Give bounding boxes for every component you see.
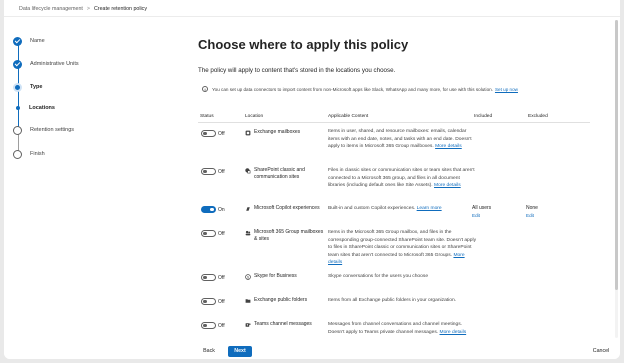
applicable-content: Items in user, shared, and resource mail… (328, 128, 478, 151)
pending-step-icon (13, 149, 22, 159)
wizard-stepper: Name Administrative Units Type Locations… (4, 0, 174, 359)
status-label: Off (218, 231, 225, 237)
back-button[interactable]: Back (198, 346, 220, 357)
step-retention-settings[interactable]: Retention settings (13, 124, 74, 136)
location-name: Exchange public folders (254, 297, 308, 303)
more-details-link[interactable]: More details (434, 183, 461, 188)
page-title: Choose where to apply this policy (198, 37, 409, 52)
step-name[interactable]: Name (13, 35, 45, 47)
col-header-content: Applicable Content (328, 114, 369, 119)
current-step-icon (13, 82, 22, 92)
applicable-content: Items in the Microsoft 365 Group mailbox… (328, 229, 478, 267)
excluded-edit-link[interactable]: Edit (526, 213, 534, 218)
check-icon (13, 59, 22, 69)
learn-more-link[interactable]: Learn more (417, 206, 442, 211)
location-name: Exchange mailboxes (254, 129, 301, 135)
col-header-status: Status (200, 114, 214, 119)
info-icon: i (202, 86, 208, 92)
scrollbar[interactable] (615, 20, 618, 338)
included-cell: All users Edit (472, 205, 491, 220)
next-button[interactable]: Next (228, 346, 252, 357)
step-label: Administrative Units (30, 61, 79, 67)
step-label: Type (30, 84, 43, 90)
status-label: Off (218, 275, 225, 281)
status-toggle[interactable] (201, 130, 216, 137)
pending-step-icon (13, 125, 22, 135)
check-icon (13, 36, 22, 46)
applicable-content: Files in classic sites or communication … (328, 167, 478, 190)
wizard-window: Data lifecycle management > Create retenti… (4, 0, 620, 359)
content-text: Skype conversations for the users you ch… (328, 274, 429, 279)
included-edit-link[interactable]: Edit (472, 213, 480, 218)
applicable-content: Items from all Exchange public folders i… (328, 297, 478, 305)
page-subtitle: The policy will apply to content that's … (198, 67, 396, 74)
more-details-link[interactable]: More details (435, 144, 462, 149)
status-toggle[interactable] (201, 298, 216, 305)
skype-icon: S (245, 274, 251, 280)
cancel-button[interactable]: Cancel (588, 346, 614, 357)
set-up-now-link[interactable]: Set up now (495, 87, 518, 92)
location-name: Microsoft 365 Group mailboxes & sites (254, 229, 324, 243)
step-locations[interactable]: Locations (13, 102, 55, 114)
footer-bar (4, 342, 620, 359)
scrollbar-thumb[interactable] (615, 20, 618, 290)
status-label: On (218, 207, 225, 213)
location-name: SharePoint classic and communication sit… (254, 167, 305, 181)
sharepoint-icon (245, 168, 251, 174)
location-name: Microsoft Copilot experiences (254, 205, 320, 211)
status-label: Off (218, 169, 225, 175)
step-label: Locations (29, 105, 55, 111)
step-finish[interactable]: Finish (13, 148, 45, 160)
table-header-divider (198, 122, 590, 123)
step-label: Finish (30, 151, 45, 157)
applicable-content: Messages from channel conversations and … (328, 321, 478, 336)
status-toggle[interactable] (201, 274, 216, 281)
excluded-value: None (526, 205, 538, 211)
location-name: Skype for Business (254, 273, 297, 279)
step-type[interactable]: Type (13, 81, 42, 93)
status-toggle[interactable] (201, 230, 216, 237)
more-details-link[interactable]: More details (440, 330, 467, 335)
teams-icon (245, 323, 251, 327)
col-header-included: Included (474, 114, 493, 119)
step-label: Retention settings (30, 127, 75, 133)
applicable-content: Skype conversations for the users you ch… (328, 273, 478, 281)
content-text: Items from all Exchange public folders i… (328, 298, 457, 303)
applicable-content: Built-in and custom Copilot experiences.… (328, 205, 478, 213)
public-folder-icon (245, 299, 251, 303)
col-header-excluded: Excluded (528, 114, 548, 119)
excluded-cell: None Edit (526, 205, 538, 220)
status-label: Off (218, 299, 225, 305)
info-banner: i You can set up data connectors to impo… (202, 86, 518, 92)
group-icon (245, 230, 251, 236)
step-label: Name (30, 38, 45, 44)
status-label: Off (218, 131, 225, 137)
copilot-icon (246, 207, 250, 211)
included-value: All users (472, 205, 492, 211)
substep-dot-icon (15, 106, 20, 110)
step-administrative-units[interactable]: Administrative Units (13, 58, 79, 70)
content-text: Built-in and custom Copilot experiences. (328, 206, 416, 211)
info-text: You can set up data connectors to import… (212, 86, 493, 92)
exchange-icon (245, 130, 251, 136)
status-toggle[interactable] (201, 168, 216, 175)
col-header-location: Location (245, 114, 264, 119)
status-toggle[interactable] (201, 322, 216, 329)
status-label: Off (218, 323, 225, 329)
status-toggle[interactable] (201, 206, 216, 213)
